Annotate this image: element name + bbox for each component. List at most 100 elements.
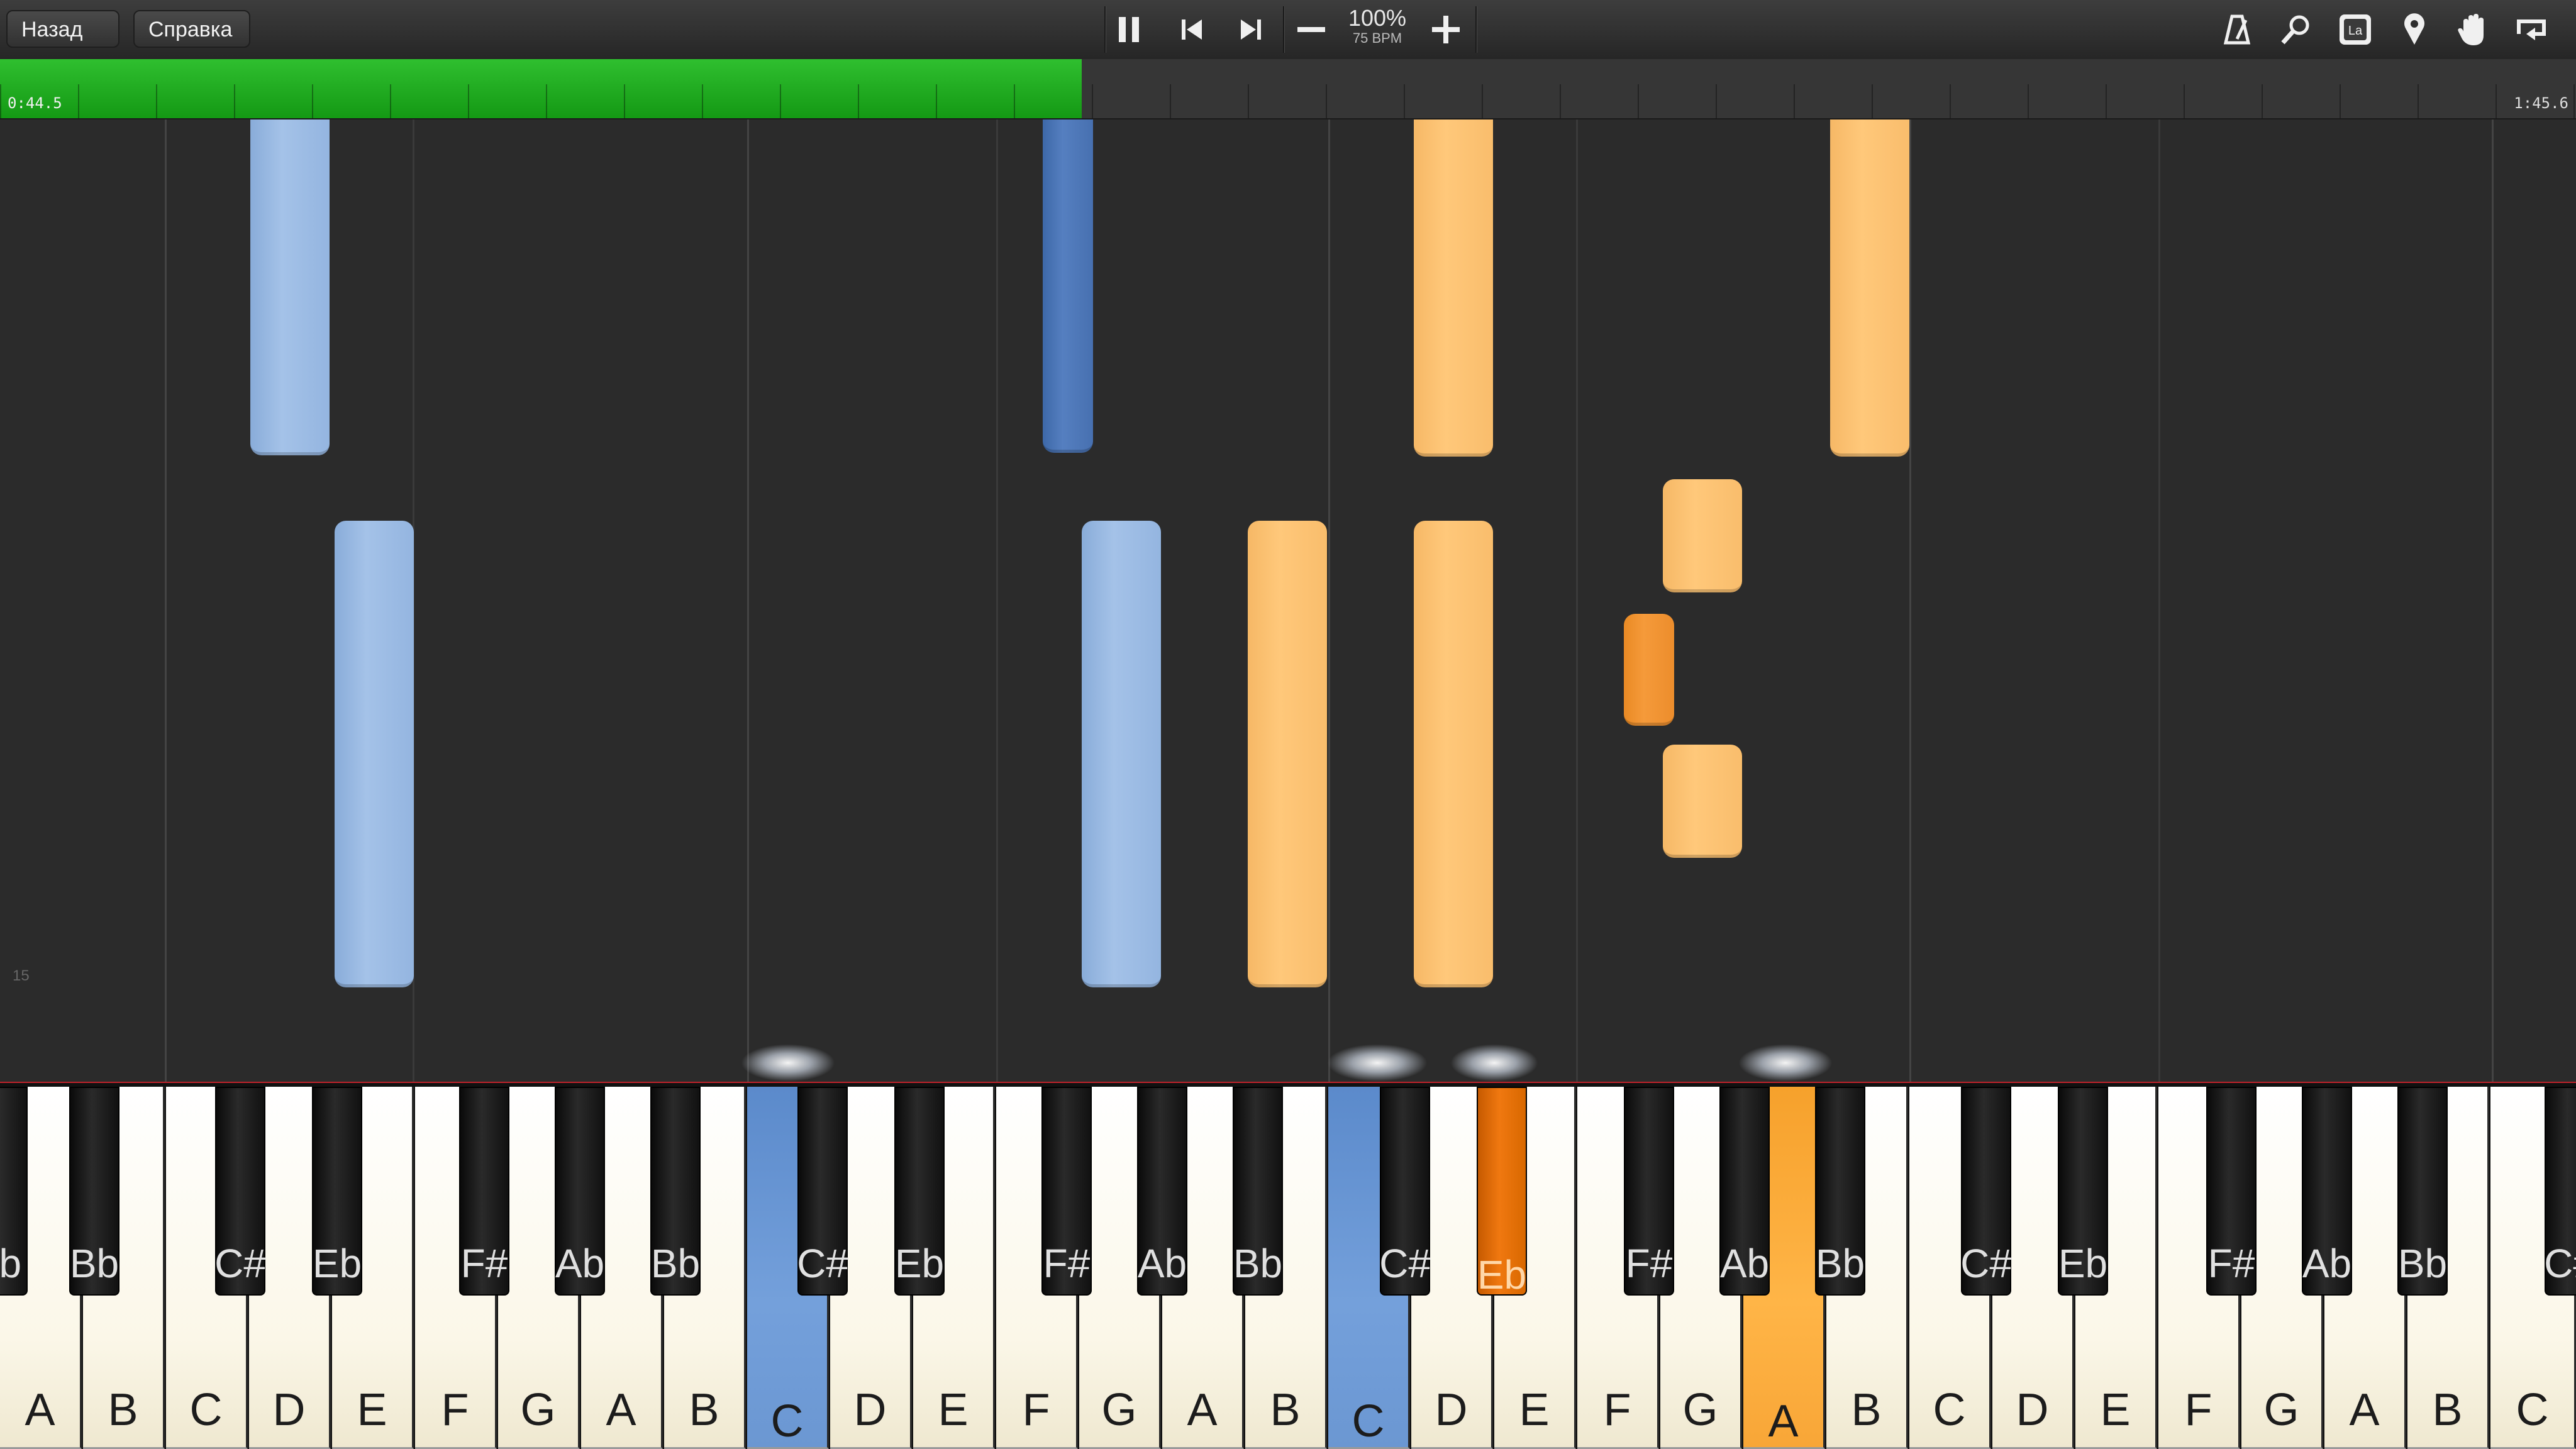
key-label: B	[2432, 1385, 2463, 1435]
tempo-display: 100% 75 BPM	[1340, 6, 1415, 53]
metronome-icon[interactable]	[2216, 9, 2258, 50]
toolbar-separator	[1475, 6, 1477, 53]
minus-icon[interactable]	[1291, 9, 1332, 50]
black-key-label: Eb	[312, 1241, 362, 1286]
key-label: C	[1352, 1396, 1385, 1446]
skip-back-icon[interactable]	[1171, 9, 1213, 50]
key-label: G	[1101, 1385, 1137, 1435]
key-label: A	[1768, 1396, 1799, 1446]
key-label: F	[441, 1385, 469, 1435]
beat-line	[1576, 119, 1578, 1082]
note-right-hand	[1414, 119, 1493, 457]
key-hit-glow	[741, 1044, 835, 1082]
black-key-label: Eb	[1477, 1252, 1527, 1297]
key-hit-glow	[1738, 1044, 1833, 1082]
black-key-label: F#	[2207, 1241, 2255, 1286]
note-right-hand	[1830, 119, 1909, 457]
key-label: D	[853, 1385, 887, 1435]
black-key-label: Bb	[69, 1241, 119, 1286]
song-progress-bar[interactable]: 0:44.5 1:45.6	[0, 59, 2576, 119]
black-key-label: Eb	[2058, 1241, 2108, 1286]
measure-number: 15	[13, 967, 30, 984]
key-label: B	[1270, 1385, 1301, 1435]
note-left-hand-black	[1043, 119, 1093, 453]
black-key-label: Bb	[1233, 1241, 1283, 1286]
black-key-label: F#	[1625, 1241, 1673, 1286]
note-right-hand	[1414, 521, 1493, 987]
black-key-label: Bb	[650, 1241, 701, 1286]
key-label: B	[689, 1385, 719, 1435]
black-key-label: Ab	[1719, 1241, 1770, 1286]
key-label: F	[1603, 1385, 1631, 1435]
key-label: B	[1851, 1385, 1882, 1435]
zoom-percent: 100%	[1348, 5, 1407, 31]
search-icon[interactable]	[2275, 9, 2317, 50]
bar-line	[1328, 119, 1330, 1082]
key-label: E	[938, 1385, 969, 1435]
black-key-label: Ab	[555, 1241, 605, 1286]
key-label: F	[2184, 1385, 2212, 1435]
loop-icon[interactable]	[2511, 9, 2552, 50]
bar-line	[747, 119, 749, 1082]
plus-icon[interactable]	[1425, 9, 1467, 50]
toolbar: Назад Справка 100% 75 BPM La	[0, 0, 2576, 60]
progress-ticks	[0, 84, 2576, 118]
black-key-label: C#	[2544, 1241, 2576, 1286]
black-key-label: Bb	[2397, 1241, 2448, 1286]
key-hit-glow	[1327, 1044, 1428, 1082]
toolbar-separator	[1283, 6, 1284, 53]
black-key-label: C#	[797, 1241, 848, 1286]
bar-line	[165, 119, 167, 1082]
total-time: 1:45.6	[2514, 94, 2568, 112]
key-label: C	[1933, 1385, 1966, 1435]
key-label: C	[189, 1385, 223, 1435]
note-right-hand	[1663, 479, 1742, 592]
black-key-label: C#	[214, 1241, 266, 1286]
black-key-label: Ab	[2302, 1241, 2352, 1286]
note-right-hand	[1248, 521, 1327, 987]
key-label: F	[1022, 1385, 1050, 1435]
hand-icon[interactable]	[2451, 9, 2493, 50]
key-label: D	[2016, 1385, 2049, 1435]
note-right-hand	[1663, 745, 1742, 858]
key-label: A	[25, 1385, 55, 1435]
key-label: C	[2516, 1385, 2549, 1435]
toolbar-separator	[1104, 6, 1106, 53]
key-label: D	[1435, 1385, 1468, 1435]
bar-line	[1909, 119, 1911, 1082]
skip-forward-icon[interactable]	[1230, 9, 1272, 50]
black-key-label: Eb	[894, 1241, 945, 1286]
beat-line	[996, 119, 998, 1082]
key-label: A	[606, 1385, 636, 1435]
black-key-label: F#	[1043, 1241, 1091, 1286]
bar-line	[2492, 119, 2494, 1082]
current-time: 0:44.5	[8, 94, 62, 112]
marker-icon[interactable]	[2394, 9, 2435, 50]
key-label: E	[1519, 1385, 1550, 1435]
back-button[interactable]: Назад	[6, 10, 119, 48]
beat-line	[2158, 119, 2160, 1082]
note-left-hand	[1082, 521, 1161, 987]
black-key-label: C#	[1379, 1241, 1431, 1286]
note-label-icon[interactable]: La	[2334, 9, 2376, 50]
black-key-label: F#	[460, 1241, 508, 1286]
note-right-hand-black	[1624, 614, 1674, 726]
note-left-hand	[335, 521, 414, 987]
key-hit-glow	[1450, 1044, 1538, 1082]
key-label: G	[1682, 1385, 1718, 1435]
tempo-bpm: 75 BPM	[1352, 30, 1402, 46]
note-roll: 15	[0, 119, 2576, 1082]
note-left-hand	[250, 119, 330, 455]
key-label: B	[108, 1385, 138, 1435]
black-key-label: Bb	[1815, 1241, 1865, 1286]
pause-icon[interactable]	[1108, 9, 1150, 50]
key-label: E	[357, 1385, 387, 1435]
black-key-label: C#	[1960, 1241, 2012, 1286]
key-label: C	[770, 1396, 804, 1446]
key-label: A	[1187, 1385, 1218, 1435]
key-label: A	[2349, 1385, 2380, 1435]
key-label: D	[272, 1385, 306, 1435]
help-button[interactable]: Справка	[133, 10, 250, 48]
key-label: G	[2263, 1385, 2299, 1435]
key-label: E	[2100, 1385, 2131, 1435]
